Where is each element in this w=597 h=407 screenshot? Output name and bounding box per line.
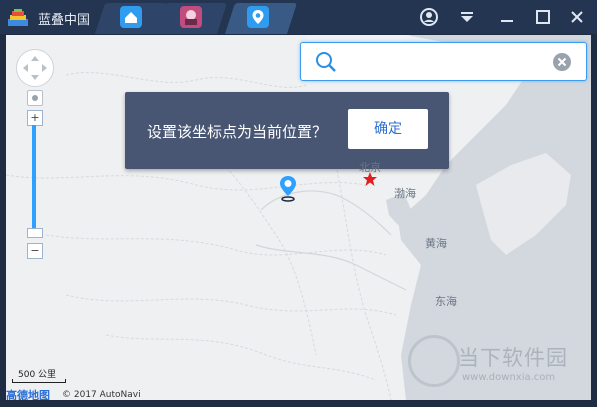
bohai-label: 渤海 bbox=[394, 187, 416, 200]
confirm-button[interactable]: 确定 bbox=[348, 109, 428, 149]
search-input[interactable] bbox=[343, 49, 547, 75]
app-title: 蓝叠中国 bbox=[38, 13, 91, 28]
copyright-text: © 2017 AutoNavi bbox=[62, 390, 141, 400]
account-icon[interactable] bbox=[419, 7, 439, 27]
maximize-icon[interactable] bbox=[533, 7, 553, 27]
dialog-message: 设置该坐标点为当前位置？ bbox=[147, 123, 328, 141]
watermark-logo bbox=[408, 335, 460, 387]
minimize-icon[interactable] bbox=[497, 7, 517, 27]
pan-arrows-icon bbox=[23, 56, 47, 80]
zoom-in-button[interactable]: + bbox=[27, 110, 43, 126]
zoom-reset-button[interactable] bbox=[27, 90, 43, 106]
clear-search-icon[interactable] bbox=[552, 52, 572, 72]
yellow-sea-label: 黄海 bbox=[425, 237, 447, 250]
watermark-url: www.downxia.com bbox=[462, 372, 556, 383]
zoom-slider-track[interactable] bbox=[32, 125, 36, 232]
zoom-slider-handle[interactable] bbox=[27, 228, 43, 238]
menu-dropdown-icon[interactable] bbox=[457, 7, 477, 27]
pan-control[interactable] bbox=[16, 49, 54, 87]
game-icon bbox=[180, 6, 202, 28]
home-icon bbox=[120, 6, 142, 28]
location-pin-icon bbox=[247, 6, 269, 28]
close-icon[interactable] bbox=[567, 7, 587, 27]
title-bar: 蓝叠中国 bbox=[0, 0, 597, 34]
map-provider-logo: 高德地图 bbox=[6, 389, 50, 400]
search-icon[interactable] bbox=[315, 51, 337, 73]
zoom-out-button[interactable]: − bbox=[27, 243, 43, 259]
search-box[interactable] bbox=[300, 42, 587, 81]
set-location-dialog: 设置该坐标点为当前位置？ 确定 bbox=[125, 92, 449, 169]
beijing-label: 北京 bbox=[359, 161, 381, 174]
bluestacks-logo-icon bbox=[8, 9, 28, 26]
app-window: 蓝叠中国 + − 设置该坐标点为当前位置？ 确定 北京 渤海 黄海 东海 当下软… bbox=[0, 0, 597, 407]
map-pin-icon[interactable] bbox=[278, 175, 298, 203]
watermark-text: 当下软件园 bbox=[458, 346, 568, 370]
east-sea-label: 东海 bbox=[435, 295, 457, 308]
scale-bar bbox=[12, 379, 66, 383]
map-view[interactable]: + − 设置该坐标点为当前位置？ 确定 北京 渤海 黄海 东海 当下软件园 ww… bbox=[6, 35, 591, 400]
